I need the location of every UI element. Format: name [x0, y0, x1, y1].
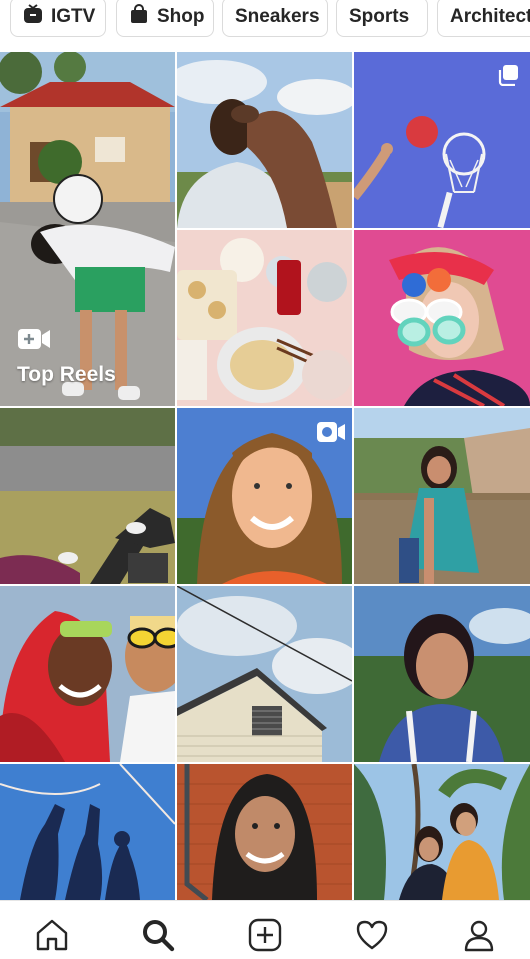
grid-photo[interactable] — [0, 764, 175, 900]
grid-photo[interactable] — [354, 408, 530, 584]
explore-grid: Top Reels — [0, 52, 530, 900]
category-chips: IGTV Shop Sneakers Sports Architect — [0, 0, 530, 52]
grid-photo[interactable] — [177, 230, 352, 406]
chip-label: Sports — [349, 6, 410, 27]
grid-photo[interactable] — [354, 764, 530, 900]
chip-igtv[interactable]: IGTV — [10, 0, 106, 37]
tab-home[interactable] — [32, 917, 72, 957]
heart-icon — [355, 918, 389, 957]
tab-search[interactable] — [138, 917, 178, 957]
top-reels-label: Top Reels — [17, 363, 116, 386]
chip-sports[interactable]: Sports — [336, 0, 428, 37]
grid-photo[interactable] — [354, 586, 530, 762]
chip-label: Architect — [450, 6, 530, 27]
igtv-icon — [23, 4, 43, 30]
chip-label: Shop — [157, 6, 205, 27]
grid-photo[interactable] — [0, 586, 175, 762]
tab-profile[interactable] — [459, 917, 499, 957]
grid-photo[interactable] — [177, 52, 352, 228]
grid-photo[interactable] — [354, 52, 530, 228]
add-post-icon — [248, 918, 282, 957]
shopping-bag-icon — [129, 4, 149, 30]
home-icon — [35, 918, 69, 957]
tab-create[interactable] — [245, 917, 285, 957]
grid-photo[interactable] — [354, 230, 530, 406]
chip-label: Sneakers — [235, 6, 320, 27]
chip-architecture[interactable]: Architect — [437, 0, 530, 37]
grid-photo[interactable] — [177, 586, 352, 762]
profile-icon — [462, 918, 496, 957]
video-icon — [316, 420, 346, 444]
search-icon — [141, 918, 175, 957]
top-reels-tile[interactable]: Top Reels — [0, 52, 175, 406]
chip-shop[interactable]: Shop — [116, 0, 214, 37]
grid-photo[interactable] — [177, 408, 352, 584]
chip-sneakers[interactable]: Sneakers — [222, 0, 328, 37]
tab-activity[interactable] — [352, 917, 392, 957]
grid-photo[interactable] — [177, 764, 352, 900]
reels-icon — [17, 326, 51, 352]
chip-label: IGTV — [51, 6, 96, 27]
bottom-tab-bar — [0, 900, 530, 959]
carousel-icon — [497, 64, 519, 86]
grid-photo[interactable] — [0, 408, 175, 584]
